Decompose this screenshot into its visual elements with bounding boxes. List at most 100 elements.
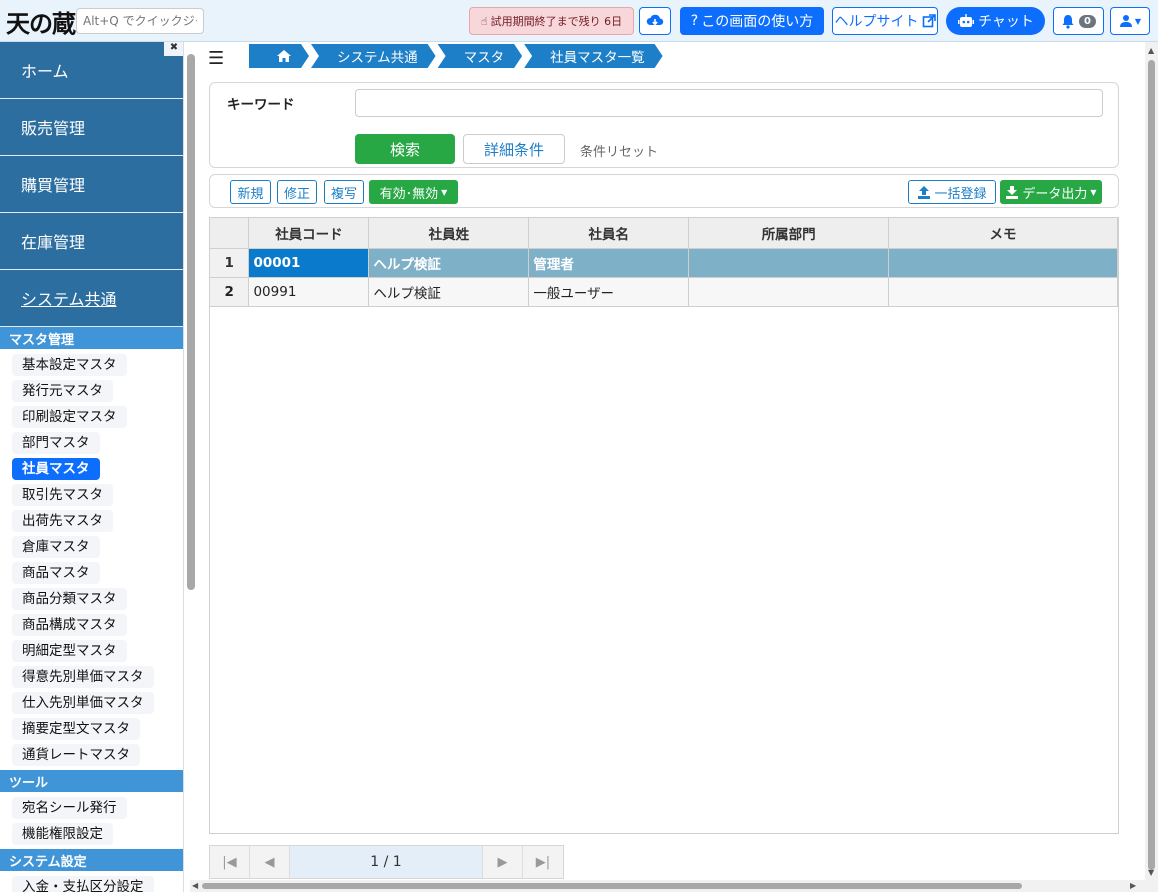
breadcrumb-home[interactable] xyxy=(249,44,309,68)
menu-item-customer-price-master[interactable]: 得意先別単価マスタ xyxy=(12,666,154,688)
cell-last-name[interactable]: ヘルプ検証 xyxy=(368,277,530,307)
cell-memo[interactable] xyxy=(888,248,1118,278)
menu-item-client-master[interactable]: 取引先マスタ xyxy=(12,484,113,506)
download-icon xyxy=(1006,185,1019,199)
chat-button[interactable]: チャット xyxy=(946,7,1045,35)
menu-item-permission-settings[interactable]: 機能権限設定 xyxy=(12,823,113,845)
nav-item-system-common[interactable]: システム共通 xyxy=(0,270,183,327)
toggle-active-button[interactable]: 有効･無効 ▼ xyxy=(369,180,458,204)
detail-conditions-button[interactable]: 詳細条件 xyxy=(463,134,565,164)
reset-conditions-link[interactable]: 条件リセット xyxy=(580,141,658,160)
breadcrumb-system-common[interactable]: システム共通 xyxy=(311,44,436,68)
menu-item-detail-template-master[interactable]: 明細定型マスタ xyxy=(12,640,127,662)
user-icon xyxy=(1119,15,1132,27)
menu-item-summary-template-master[interactable]: 摘要定型文マスタ xyxy=(12,718,140,740)
vertical-scroll-thumb[interactable] xyxy=(1148,60,1155,870)
search-button[interactable]: 検索 xyxy=(355,134,455,164)
search-panel: キーワード 検索 詳細条件 条件リセット xyxy=(209,82,1119,168)
menu-item-address-label[interactable]: 宛名シール発行 xyxy=(12,797,127,819)
table-row[interactable]: 1 00001 ヘルプ検証 管理者 xyxy=(210,248,1118,278)
first-page-icon[interactable]: |◀ xyxy=(210,846,250,878)
nav-item-sales[interactable]: 販売管理 xyxy=(0,99,183,156)
horizontal-scroll-thumb[interactable] xyxy=(202,883,1022,889)
keyword-input[interactable] xyxy=(355,89,1103,117)
next-page-icon[interactable]: ▶ xyxy=(483,846,523,878)
breadcrumb-master[interactable]: マスタ xyxy=(438,44,523,68)
menu-item-shipping-destination-master[interactable]: 出荷先マスタ xyxy=(12,510,113,532)
column-header-employee-code[interactable]: 社員コード xyxy=(248,218,370,249)
trial-notice-text: 試用期間終了まで残り 6日 xyxy=(490,15,623,28)
menu-item-payment-category[interactable]: 入金・支払区分設定 xyxy=(12,876,154,892)
hamburger-menu-icon[interactable]: ☰ xyxy=(208,48,224,69)
menu-item-warehouse-master[interactable]: 倉庫マスタ xyxy=(12,536,100,558)
howto-button[interactable]: ? この画面の使い方 xyxy=(680,7,824,35)
pointer-hand-icon: ☝ xyxy=(480,14,488,28)
menu-item-print-settings-master[interactable]: 印刷設定マスタ xyxy=(12,406,127,428)
main-content: ☰ システム共通 マスタ 社員マスタ一覧 キーワード 検索 詳細条件 条件リセッ… xyxy=(200,42,1145,882)
nav-item-label: 販売管理 xyxy=(21,119,86,138)
column-header-memo[interactable]: メモ xyxy=(888,218,1118,249)
row-number-header xyxy=(210,218,250,249)
nav-item-label: 購買管理 xyxy=(21,176,86,195)
nav-item-inventory[interactable]: 在庫管理 xyxy=(0,213,183,270)
cell-department[interactable] xyxy=(688,248,890,278)
edit-button[interactable]: 修正 xyxy=(277,180,317,204)
column-header-last-name[interactable]: 社員姓 xyxy=(368,218,530,249)
chat-label: チャット xyxy=(978,14,1034,30)
cell-employee-code[interactable]: 00001 xyxy=(248,248,370,278)
menu-item-department-master[interactable]: 部門マスタ xyxy=(12,432,100,454)
cell-first-name[interactable]: 管理者 xyxy=(528,248,690,278)
caret-down-icon: ▼ xyxy=(1134,16,1142,26)
cell-first-name[interactable]: 一般ユーザー xyxy=(528,277,690,307)
cell-last-name[interactable]: ヘルプ検証 xyxy=(368,248,530,278)
nav-item-home[interactable]: ホーム xyxy=(0,42,183,99)
data-export-label: データ出力 xyxy=(1022,186,1088,202)
prev-page-icon[interactable]: ◀ xyxy=(250,846,290,878)
menu-item-supplier-price-master[interactable]: 仕入先別単価マスタ xyxy=(12,692,154,714)
help-site-button[interactable]: ヘルプサイト xyxy=(832,7,938,35)
menu-item-product-category-master[interactable]: 商品分類マスタ xyxy=(12,588,127,610)
notifications-button[interactable]: 0 xyxy=(1053,7,1104,35)
trial-notice[interactable]: ☝ 試用期間終了まで残り 6日 xyxy=(469,7,634,35)
user-menu-button[interactable]: ▼ xyxy=(1110,7,1150,35)
pin-icon[interactable]: ✖ xyxy=(164,42,183,56)
menu-item-employee-master[interactable]: 社員マスタ xyxy=(12,458,100,480)
nav-item-label: ホーム xyxy=(21,62,69,81)
menu-item-currency-rate-master[interactable]: 通貨レートマスタ xyxy=(12,744,140,766)
menu-item-basic-settings-master[interactable]: 基本設定マスタ xyxy=(12,354,127,376)
column-header-first-name[interactable]: 社員名 xyxy=(528,218,690,249)
scroll-down-icon[interactable]: ▼ xyxy=(1148,868,1154,877)
menu-item-issuer-master[interactable]: 発行元マスタ xyxy=(12,380,113,402)
howto-label: この画面の使い方 xyxy=(701,14,814,30)
quick-jump-input[interactable] xyxy=(76,8,204,34)
table-row[interactable]: 2 00991 ヘルプ検証 一般ユーザー xyxy=(210,277,1118,307)
cell-memo[interactable] xyxy=(888,277,1118,307)
column-header-department[interactable]: 所属部門 xyxy=(688,218,890,249)
download-button[interactable] xyxy=(639,7,671,35)
scroll-left-icon[interactable]: ◀ xyxy=(192,881,198,890)
app-logo[interactable]: 天の蔵 xyxy=(6,4,76,39)
nav-item-purchasing[interactable]: 購買管理 xyxy=(0,156,183,213)
cell-employee-code[interactable]: 00991 xyxy=(248,277,370,307)
cell-department[interactable] xyxy=(688,277,890,307)
scroll-right-icon[interactable]: ▶ xyxy=(1130,881,1136,890)
data-export-button[interactable]: データ出力 ▼ xyxy=(1000,180,1102,204)
menu-item-product-master[interactable]: 商品マスタ xyxy=(12,562,100,584)
main-nav: ホーム 販売管理 購買管理 在庫管理 システム共通 xyxy=(0,42,183,327)
menu-item-product-composition-master[interactable]: 商品構成マスタ xyxy=(12,614,127,636)
bulk-register-label: 一括登録 xyxy=(934,186,987,202)
scroll-up-icon[interactable]: ▲ xyxy=(1148,46,1154,55)
help-site-label: ヘルプサイト xyxy=(834,14,919,30)
last-page-icon[interactable]: ▶| xyxy=(523,846,563,878)
page-horizontal-scrollbar[interactable]: ◀ ▶ xyxy=(190,880,1158,892)
page-vertical-scrollbar[interactable]: ▲ ▼ xyxy=(1145,42,1158,880)
tools-menu-list: 宛名シール発行 機能権限設定 xyxy=(0,792,183,849)
sidebar-scrollbar[interactable] xyxy=(187,54,195,590)
sidebar: ✖ ホーム 販売管理 購買管理 在庫管理 システム共通 マスタ管理 基本設定マス… xyxy=(0,42,184,892)
bulk-register-button[interactable]: 一括登録 xyxy=(908,180,996,204)
section-header-system-settings: システム設定 xyxy=(0,849,183,871)
new-button[interactable]: 新規 xyxy=(230,180,271,204)
copy-button[interactable]: 複写 xyxy=(324,180,364,204)
master-menu-list: 基本設定マスタ 発行元マスタ 印刷設定マスタ 部門マスタ 社員マスタ 取引先マス… xyxy=(0,349,183,770)
row-number: 2 xyxy=(210,277,250,307)
